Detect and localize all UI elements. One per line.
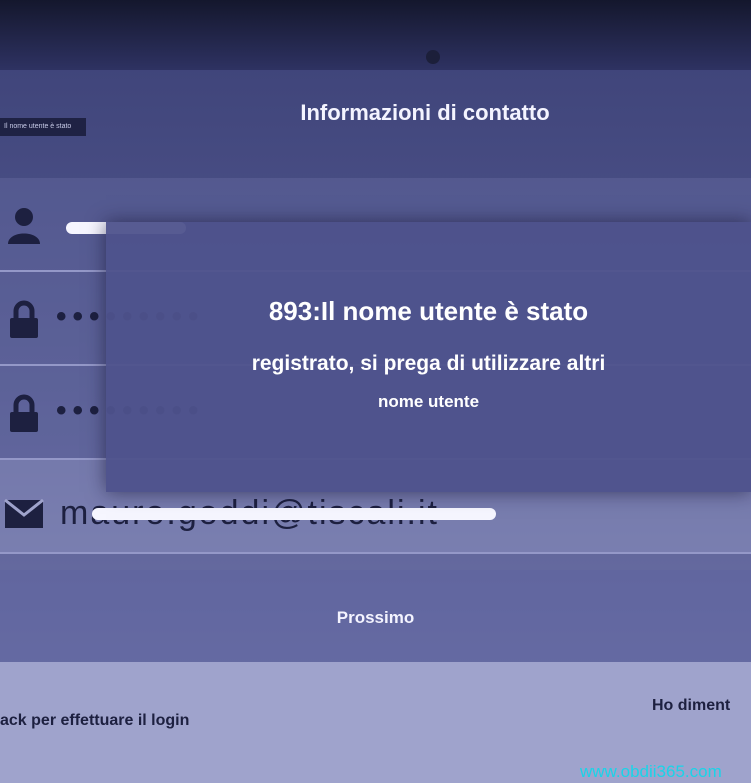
error-message-line-1: 893:Il nome utente è stato — [268, 296, 589, 326]
back-to-login-link[interactable]: ack per effettuare il login — [0, 712, 189, 730]
watermark: www.obdii365.com — [580, 762, 722, 781]
next-button-label: Prossimo — [336, 608, 415, 627]
next-button[interactable]: Prossimo — [0, 570, 751, 662]
lock-icon — [4, 300, 44, 340]
error-message-line-3: nome utente — [377, 392, 480, 411]
user-icon — [4, 206, 44, 246]
page-title: Informazioni di contatto — [300, 100, 550, 125]
status-label: Il nome utente è stato — [0, 118, 86, 136]
top-bar — [0, 0, 751, 70]
lock-icon — [4, 394, 44, 434]
camera-indicator — [426, 50, 440, 64]
email-redaction — [92, 508, 496, 520]
error-message-line-2: registrato, si prega di utilizzare altri — [251, 352, 606, 375]
app-screen: Il nome utente è stato Informazioni di c… — [0, 0, 751, 783]
mail-icon — [4, 494, 44, 534]
forgot-password-link[interactable]: Ho diment — [652, 697, 730, 715]
error-toast: 893:Il nome utente è stato registrato, s… — [106, 222, 751, 492]
